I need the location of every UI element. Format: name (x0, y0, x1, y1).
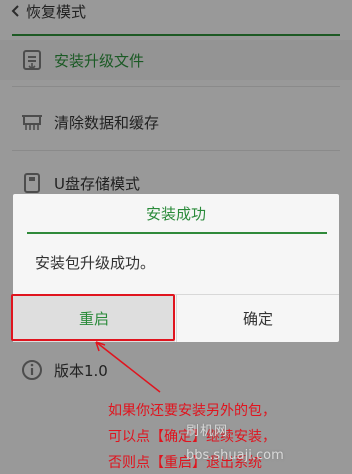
dialog-title: 安装成功 (145, 204, 206, 223)
watermark-url: bbs.shuaji.com (186, 448, 284, 463)
confirm-button[interactable]: 确定 (177, 295, 339, 342)
reboot-highlight-box (11, 294, 175, 341)
dialog-title-divider (27, 232, 327, 234)
watermark-text: 刷机网 (186, 424, 229, 439)
dialog-message: 安装包升级成功。 (35, 254, 156, 272)
